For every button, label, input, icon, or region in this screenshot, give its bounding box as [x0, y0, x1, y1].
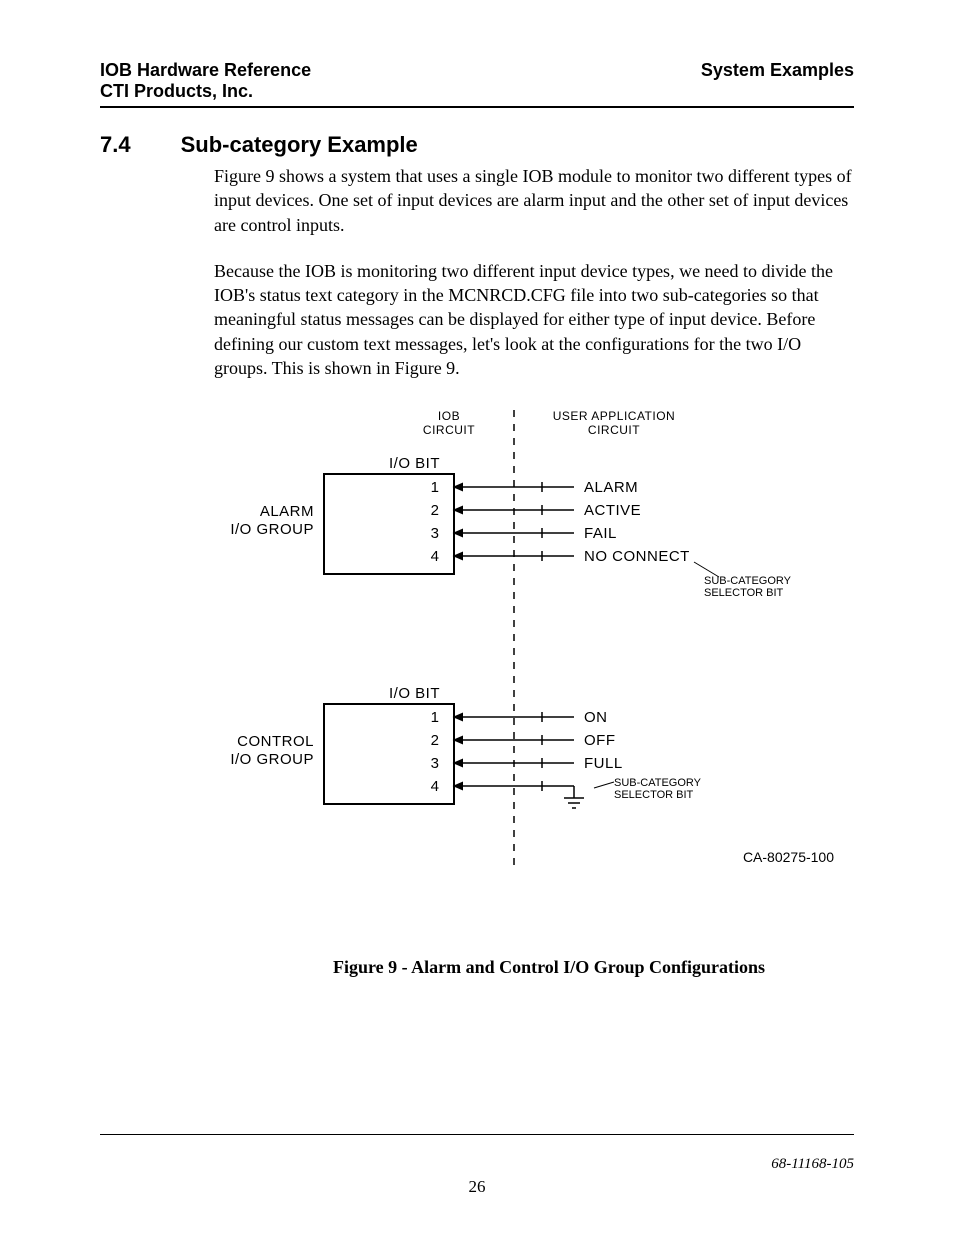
g1-signal-lines: [454, 482, 574, 561]
g1-subcat-l2: SELECTOR BIT: [704, 587, 784, 599]
doc-id: 68-11168-105: [771, 1156, 854, 1173]
control-group-l1: CONTROL: [237, 733, 314, 750]
g1-bit-1: 1: [431, 479, 439, 496]
ground-icon: [564, 786, 584, 808]
g1-sig-2: ACTIVE: [584, 502, 641, 519]
g2-subcat-l2: SELECTOR BIT: [614, 789, 694, 801]
g2-bit-2: 2: [431, 732, 439, 749]
g2-bit-3: 3: [431, 755, 439, 772]
header-left-line1: IOB Hardware Reference: [100, 60, 311, 81]
page-number: 26: [0, 1177, 954, 1197]
paragraph-2: Because the IOB is monitoring two differ…: [214, 259, 854, 380]
control-group-l2: I/O GROUP: [230, 751, 314, 768]
page-header: IOB Hardware Reference CTI Products, Inc…: [100, 60, 854, 108]
diag-user-l1: USER APPLICATION: [553, 409, 675, 423]
paragraph-1: Figure 9 shows a system that uses a sing…: [214, 164, 854, 237]
diag-iob-l1: IOB: [438, 409, 460, 423]
g1-sig-3: FAIL: [584, 525, 617, 542]
header-rule: [100, 106, 854, 108]
g2-bit-1: 1: [431, 709, 439, 726]
figure-9: IOB CIRCUIT USER APPLICATION CIRCUIT I/O…: [214, 402, 854, 978]
page: IOB Hardware Reference CTI Products, Inc…: [0, 0, 954, 1235]
diagram-part-number: CA-80275-100: [743, 849, 834, 865]
io-bit-label-2: I/O BIT: [389, 685, 440, 702]
g1-bit-2: 2: [431, 502, 439, 519]
section-number: 7.4: [100, 132, 131, 158]
footer-rule: [100, 1134, 854, 1135]
g1-bit-3: 3: [431, 525, 439, 542]
g2-sig-3: FULL: [584, 755, 623, 772]
section-title: Sub-category Example: [181, 132, 418, 158]
g2-sig-1: ON: [584, 709, 608, 726]
io-bit-label-1: I/O BIT: [389, 455, 440, 472]
diag-user-l2: CIRCUIT: [588, 423, 640, 437]
diag-iob-l2: CIRCUIT: [423, 423, 475, 437]
g1-subcat-l1: SUB-CATEGORY: [704, 575, 792, 587]
diagram-svg: IOB CIRCUIT USER APPLICATION CIRCUIT I/O…: [214, 402, 854, 902]
alarm-group-l2: I/O GROUP: [230, 521, 314, 538]
header-right: System Examples: [701, 60, 854, 81]
g2-bit-4: 4: [431, 778, 439, 795]
g1-bit-4: 4: [431, 548, 439, 565]
body-text: Figure 9 shows a system that uses a sing…: [214, 164, 854, 380]
g1-sig-4: NO CONNECT: [584, 548, 690, 565]
g2-sig-2: OFF: [584, 732, 616, 749]
g2-subcat-l1: SUB-CATEGORY: [614, 777, 702, 789]
section-heading: 7.4 Sub-category Example: [100, 132, 854, 158]
alarm-group-l1: ALARM: [260, 503, 314, 520]
header-left-line2: CTI Products, Inc.: [100, 81, 311, 102]
g1-sig-1: ALARM: [584, 479, 638, 496]
figure-caption: Figure 9 - Alarm and Control I/O Group C…: [244, 957, 854, 978]
